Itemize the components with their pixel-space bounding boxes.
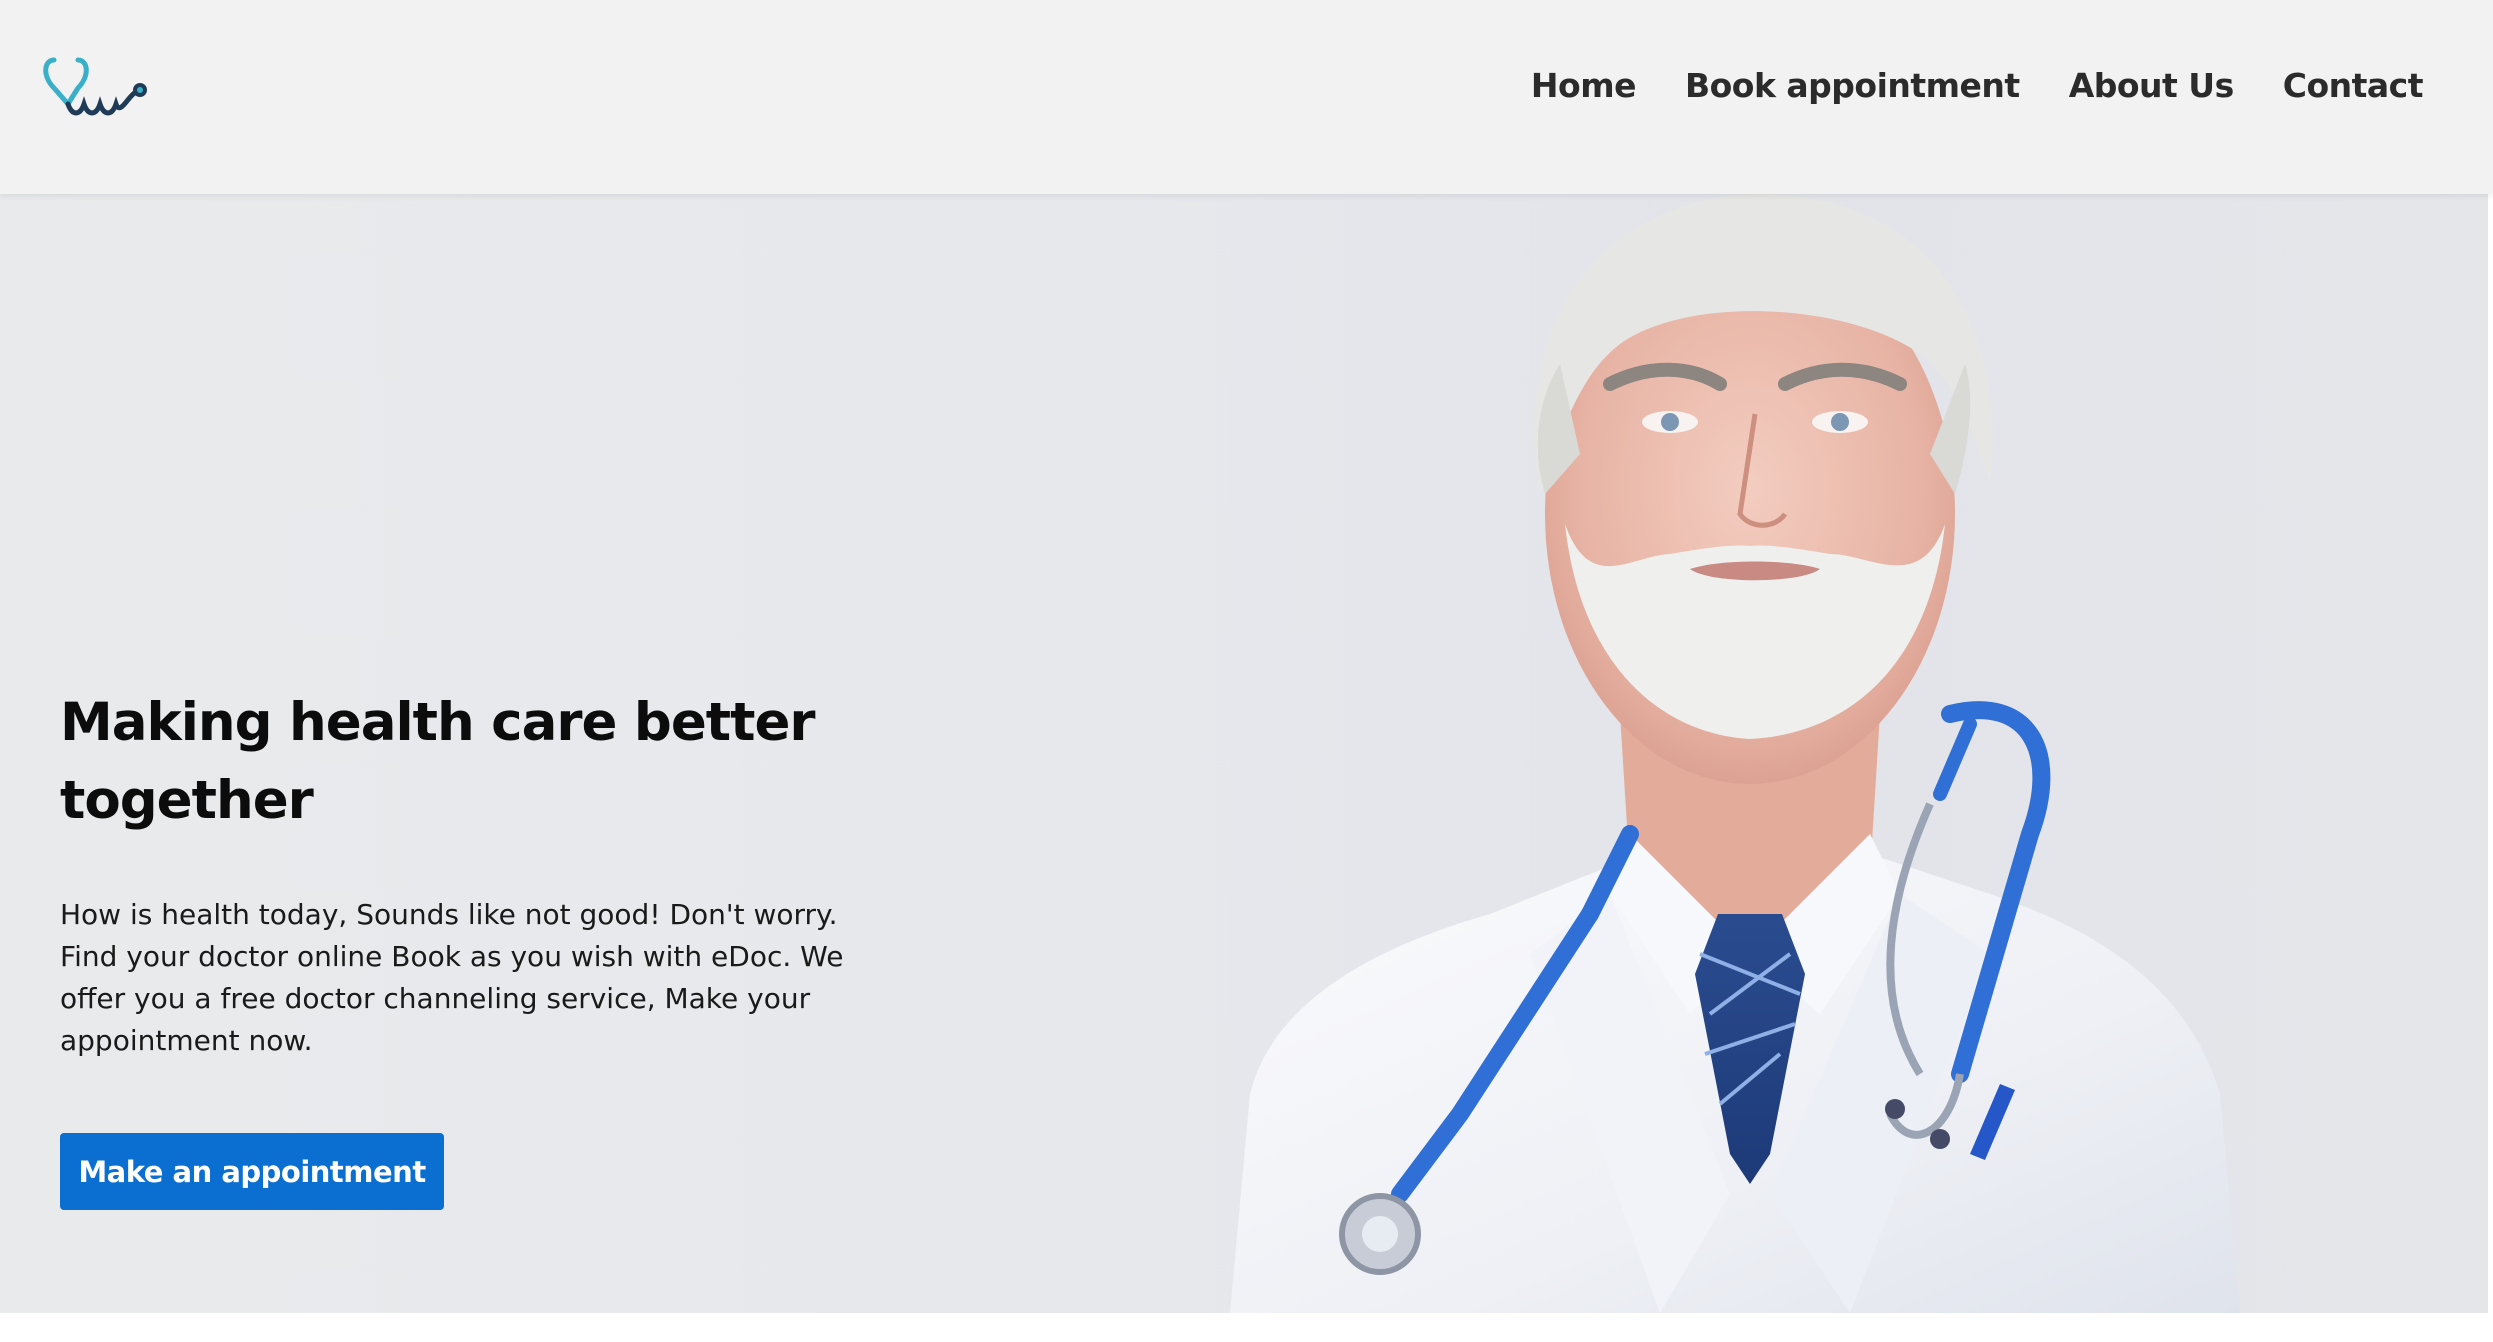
nav-home[interactable]: Home (1531, 66, 1637, 105)
doctor-photo (1230, 194, 2240, 1313)
nav-contact[interactable]: Contact (2283, 66, 2424, 105)
hero-title-line2: together (60, 770, 314, 831)
hero-section: Making health care better together How i… (0, 194, 2488, 1313)
hero-edge (2488, 194, 2493, 1313)
make-appointment-button[interactable]: Make an appointment (60, 1133, 444, 1210)
nav-about-us[interactable]: About Us (2069, 66, 2235, 105)
stethoscope-heart-icon[interactable] (40, 52, 152, 124)
hero-title-line1: Making health care better (60, 692, 816, 753)
hero-description: How is health today, Sounds like not goo… (60, 898, 844, 1057)
hero-title: Making health care better together (60, 684, 880, 840)
nav-book-appointment[interactable]: Book appointment (1685, 66, 2020, 105)
main-nav: Home Book appointment About Us Contact (1531, 66, 2424, 105)
site-header: Home Book appointment About Us Contact (0, 0, 2493, 194)
